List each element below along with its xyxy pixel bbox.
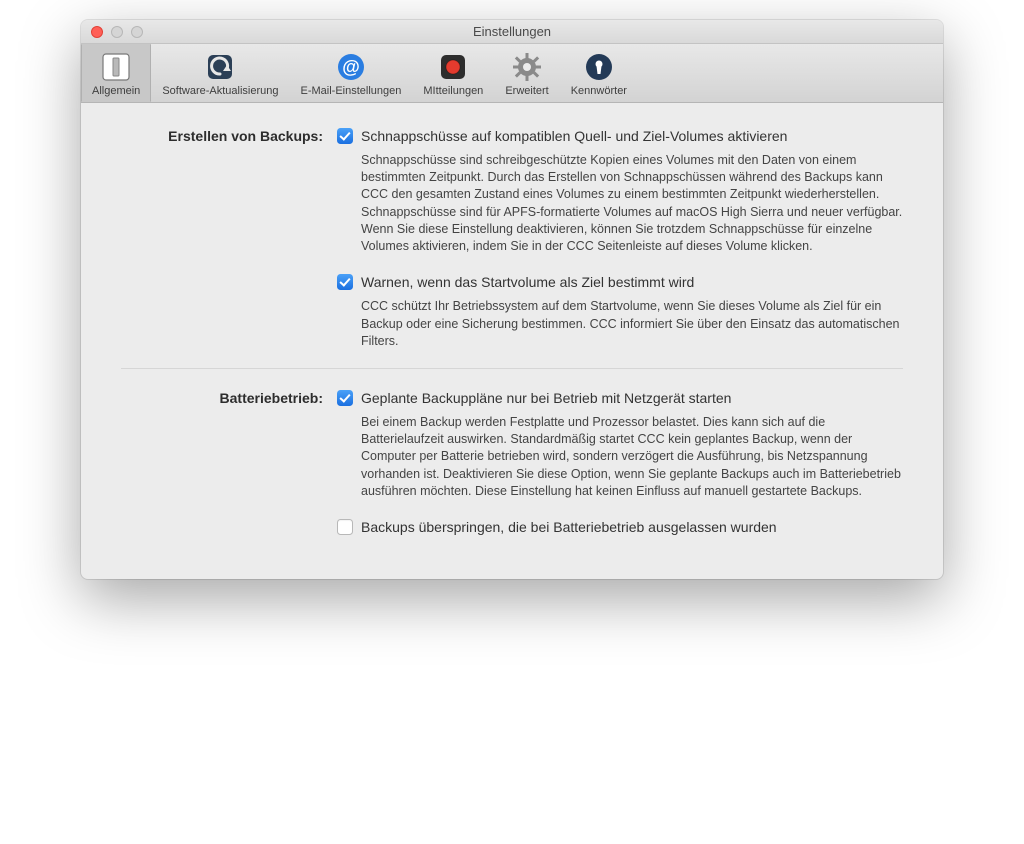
gear-icon	[511, 51, 543, 83]
option-warn-startvolume: Warnen, wenn das Startvolume als Ziel be…	[337, 273, 903, 350]
option-title: Geplante Backuppläne nur bei Betrieb mit…	[361, 389, 731, 408]
option-skip-missed: Backups überspringen, die bei Batteriebe…	[337, 518, 903, 537]
tab-software-update[interactable]: Software-Aktualisierung	[151, 44, 289, 102]
record-icon	[437, 51, 469, 83]
tab-label: MItteilungen	[423, 85, 483, 97]
tab-label: Allgemein	[92, 85, 140, 97]
tab-general[interactable]: Allgemein	[81, 44, 151, 102]
content-area: Erstellen von Backups: Schnappschüsse au…	[81, 103, 943, 579]
option-ac-only: Geplante Backuppläne nur bei Betrieb mit…	[337, 389, 903, 500]
at-sign-icon: @	[335, 51, 367, 83]
section-backups: Erstellen von Backups: Schnappschüsse au…	[121, 127, 903, 350]
option-desc: CCC schützt Ihr Betriebssystem auf dem S…	[337, 298, 903, 350]
checkbox-ac-only[interactable]	[337, 390, 353, 406]
tab-email[interactable]: @ E-Mail-Einstellungen	[289, 44, 412, 102]
checkbox-warn-startvolume[interactable]	[337, 274, 353, 290]
general-icon	[100, 51, 132, 83]
tab-advanced[interactable]: Erweitert	[494, 44, 559, 102]
section-battery: Batteriebetrieb: Geplante Backuppläne nu…	[121, 389, 903, 543]
window-title: Einstellungen	[81, 24, 943, 39]
option-title: Backups überspringen, die bei Batteriebe…	[361, 518, 777, 537]
option-desc: Schnappschüsse sind schreibgeschützte Ko…	[337, 152, 903, 256]
titlebar: Einstellungen	[81, 20, 943, 44]
toolbar: Allgemein Software-Aktualisierung @ E-Ma…	[81, 44, 943, 103]
svg-text:@: @	[342, 57, 360, 77]
section-label-backups: Erstellen von Backups:	[121, 127, 337, 144]
preferences-window: Einstellungen Allgemein Software-Aktuali…	[81, 20, 943, 579]
tab-label: Software-Aktualisierung	[162, 85, 278, 97]
option-title: Schnappschüsse auf kompatiblen Quell- un…	[361, 127, 787, 146]
checkbox-skip-missed[interactable]	[337, 519, 353, 535]
option-desc: Bei einem Backup werden Festplatte und P…	[337, 414, 903, 500]
tab-passwords[interactable]: Kennwörter	[560, 44, 638, 102]
tab-notifications[interactable]: MItteilungen	[412, 44, 494, 102]
tab-label: E-Mail-Einstellungen	[300, 85, 401, 97]
option-snapshots: Schnappschüsse auf kompatiblen Quell- un…	[337, 127, 903, 255]
tab-label: Kennwörter	[571, 85, 627, 97]
keyhole-icon	[583, 51, 615, 83]
checkbox-snapshots[interactable]	[337, 128, 353, 144]
section-label-battery: Batteriebetrieb:	[121, 389, 337, 406]
tab-label: Erweitert	[505, 85, 548, 97]
software-update-icon	[204, 51, 236, 83]
option-title: Warnen, wenn das Startvolume als Ziel be…	[361, 273, 694, 292]
divider	[121, 368, 903, 369]
